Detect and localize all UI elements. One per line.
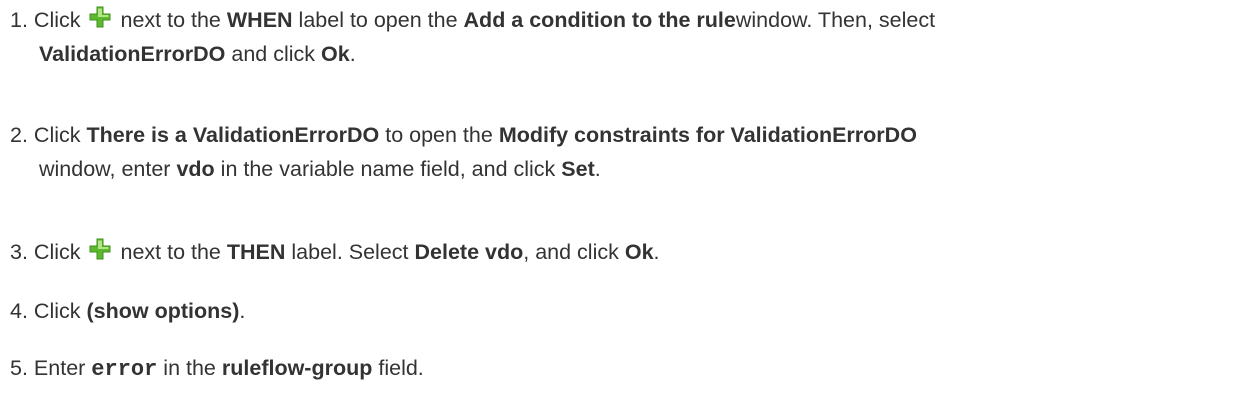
step-text: .: [239, 299, 246, 323]
ok-button-ref: Ok: [321, 42, 350, 66]
green-plus-icon: [89, 6, 111, 28]
step-text: field.: [378, 356, 424, 380]
step-text: .: [653, 240, 660, 264]
step-text: next to the: [120, 8, 221, 32]
step-text: .: [594, 157, 601, 181]
set-button-ref: Set: [561, 157, 595, 181]
step-text: Enter: [33, 356, 86, 380]
then-label-ref: THEN: [226, 240, 286, 264]
step-number: 1.: [10, 8, 28, 32]
green-plus-icon: [89, 238, 111, 260]
step-text: , and click: [523, 240, 619, 264]
ruleflow-group-ref: ruleflow-group: [221, 356, 373, 380]
step-3: 3. Click next to the THEN label. Select …: [10, 235, 1236, 269]
step-5: 5. Enter error in the ruleflow-group fie…: [10, 351, 1236, 387]
modify-constraints-window-ref: Modify constraints for ValidationErrorDO: [498, 123, 917, 147]
step-text: to open the: [385, 123, 493, 147]
step-text: Click: [33, 123, 81, 147]
step-text: .: [349, 42, 356, 66]
validation-error-do-ref: ValidationErrorDO: [39, 42, 226, 66]
step-text: Click: [33, 8, 81, 32]
step-number: 5.: [10, 356, 28, 380]
step-1: 1. Click next to the WHEN label to open …: [10, 3, 1236, 71]
step-4: 4. Click (show options).: [10, 294, 1236, 328]
step-number: 3.: [10, 240, 28, 264]
step-text: and click: [231, 42, 316, 66]
step-2: 2. Click There is a ValidationErrorDO to…: [10, 118, 1236, 186]
delete-vdo-ref: Delete vdo: [414, 240, 524, 264]
instruction-steps: 1. Click next to the WHEN label to open …: [0, 0, 1242, 414]
ok-button-ref: Ok: [624, 240, 654, 264]
step-text: window, enter: [39, 157, 171, 181]
step-text: label. Select: [291, 240, 409, 264]
step-text: label to open the: [298, 8, 458, 32]
add-condition-window-ref: Add a condition to the rule: [463, 8, 736, 32]
when-label-ref: WHEN: [226, 8, 293, 32]
step-text: Click: [33, 240, 81, 264]
show-options-ref: (show options): [86, 299, 240, 323]
error-code-ref: error: [91, 357, 158, 382]
step-number: 2.: [10, 123, 28, 147]
step-text: next to the: [120, 240, 221, 264]
step-number: 4.: [10, 299, 28, 323]
step-text: Click: [33, 299, 81, 323]
there-is-validation-error-do-ref: There is a ValidationErrorDO: [86, 123, 380, 147]
step-text: window. Then, select: [735, 8, 936, 32]
step-text: in the: [163, 356, 216, 380]
vdo-ref: vdo: [176, 157, 215, 181]
step-text: in the variable name field, and click: [220, 157, 556, 181]
